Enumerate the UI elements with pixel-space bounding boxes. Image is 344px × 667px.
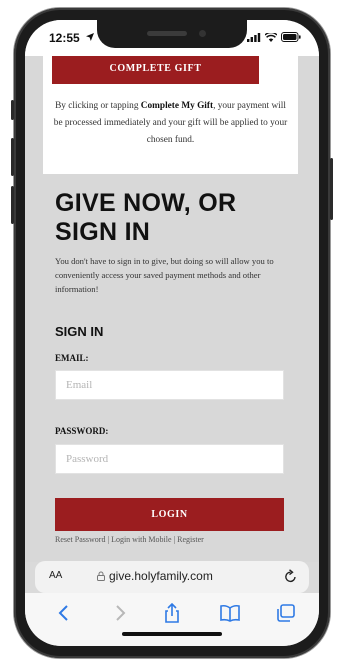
address-bar[interactable]: AA give.holyfamily.com bbox=[35, 561, 309, 593]
status-time: 12:55 bbox=[49, 31, 80, 45]
account-links: Reset Password | Login with Mobile | Reg… bbox=[55, 535, 295, 544]
back-icon[interactable] bbox=[53, 603, 75, 623]
login-with-mobile-link[interactable]: Login with Mobile bbox=[111, 535, 171, 544]
share-icon[interactable] bbox=[161, 603, 183, 623]
browser-toolbar bbox=[25, 593, 319, 646]
signal-icon bbox=[247, 32, 261, 42]
power-button bbox=[330, 158, 333, 220]
bookmarks-icon[interactable] bbox=[219, 603, 241, 623]
complete-gift-button[interactable]: COMPLETE GIFT bbox=[52, 54, 259, 84]
reload-icon[interactable] bbox=[284, 569, 297, 583]
page-headline: GIVE NOW, OR SIGN IN bbox=[55, 189, 295, 247]
forward-icon[interactable] bbox=[109, 603, 131, 623]
lock-icon bbox=[97, 571, 105, 581]
notch bbox=[97, 20, 247, 48]
intro-text: You don't have to sign in to give, but d… bbox=[55, 256, 274, 294]
phone-screen: 12:55 COMPLETE GIFT By clicking or tappi… bbox=[25, 20, 319, 646]
headline-line-2: SIGN IN bbox=[55, 218, 151, 246]
gift-note: By clicking or tapping Complete My Gift,… bbox=[53, 101, 288, 145]
reader-aa-button[interactable]: AA bbox=[49, 570, 62, 581]
headline-line-1: GIVE NOW, OR bbox=[55, 189, 237, 217]
tabs-icon[interactable] bbox=[275, 603, 297, 623]
email-label: EMAIL: bbox=[55, 353, 89, 363]
web-page: COMPLETE GIFT By clicking or tapping Com… bbox=[25, 54, 319, 562]
register-link[interactable]: Register bbox=[177, 535, 204, 544]
password-field[interactable] bbox=[55, 444, 284, 474]
password-label: PASSWORD: bbox=[55, 426, 109, 436]
location-arrow-icon bbox=[86, 33, 94, 41]
volume-down-button bbox=[11, 186, 14, 224]
email-field[interactable] bbox=[55, 370, 284, 400]
reset-password-link[interactable]: Reset Password bbox=[55, 535, 105, 544]
status-icons bbox=[247, 32, 301, 42]
speaker bbox=[147, 31, 187, 36]
sign-in-title: SIGN IN bbox=[55, 324, 104, 339]
gift-summary-card: COMPLETE GIFT By clicking or tapping Com… bbox=[43, 54, 298, 174]
wifi-icon bbox=[265, 32, 277, 42]
login-button[interactable]: LOGIN bbox=[55, 498, 284, 531]
volume-up-button bbox=[11, 138, 14, 176]
mute-switch bbox=[11, 100, 14, 120]
home-indicator bbox=[122, 632, 222, 636]
battery-icon bbox=[281, 32, 301, 42]
gift-note-bold: Complete My Gift bbox=[140, 101, 214, 111]
url-text[interactable]: give.holyfamily.com bbox=[109, 569, 213, 583]
front-camera bbox=[199, 30, 206, 37]
